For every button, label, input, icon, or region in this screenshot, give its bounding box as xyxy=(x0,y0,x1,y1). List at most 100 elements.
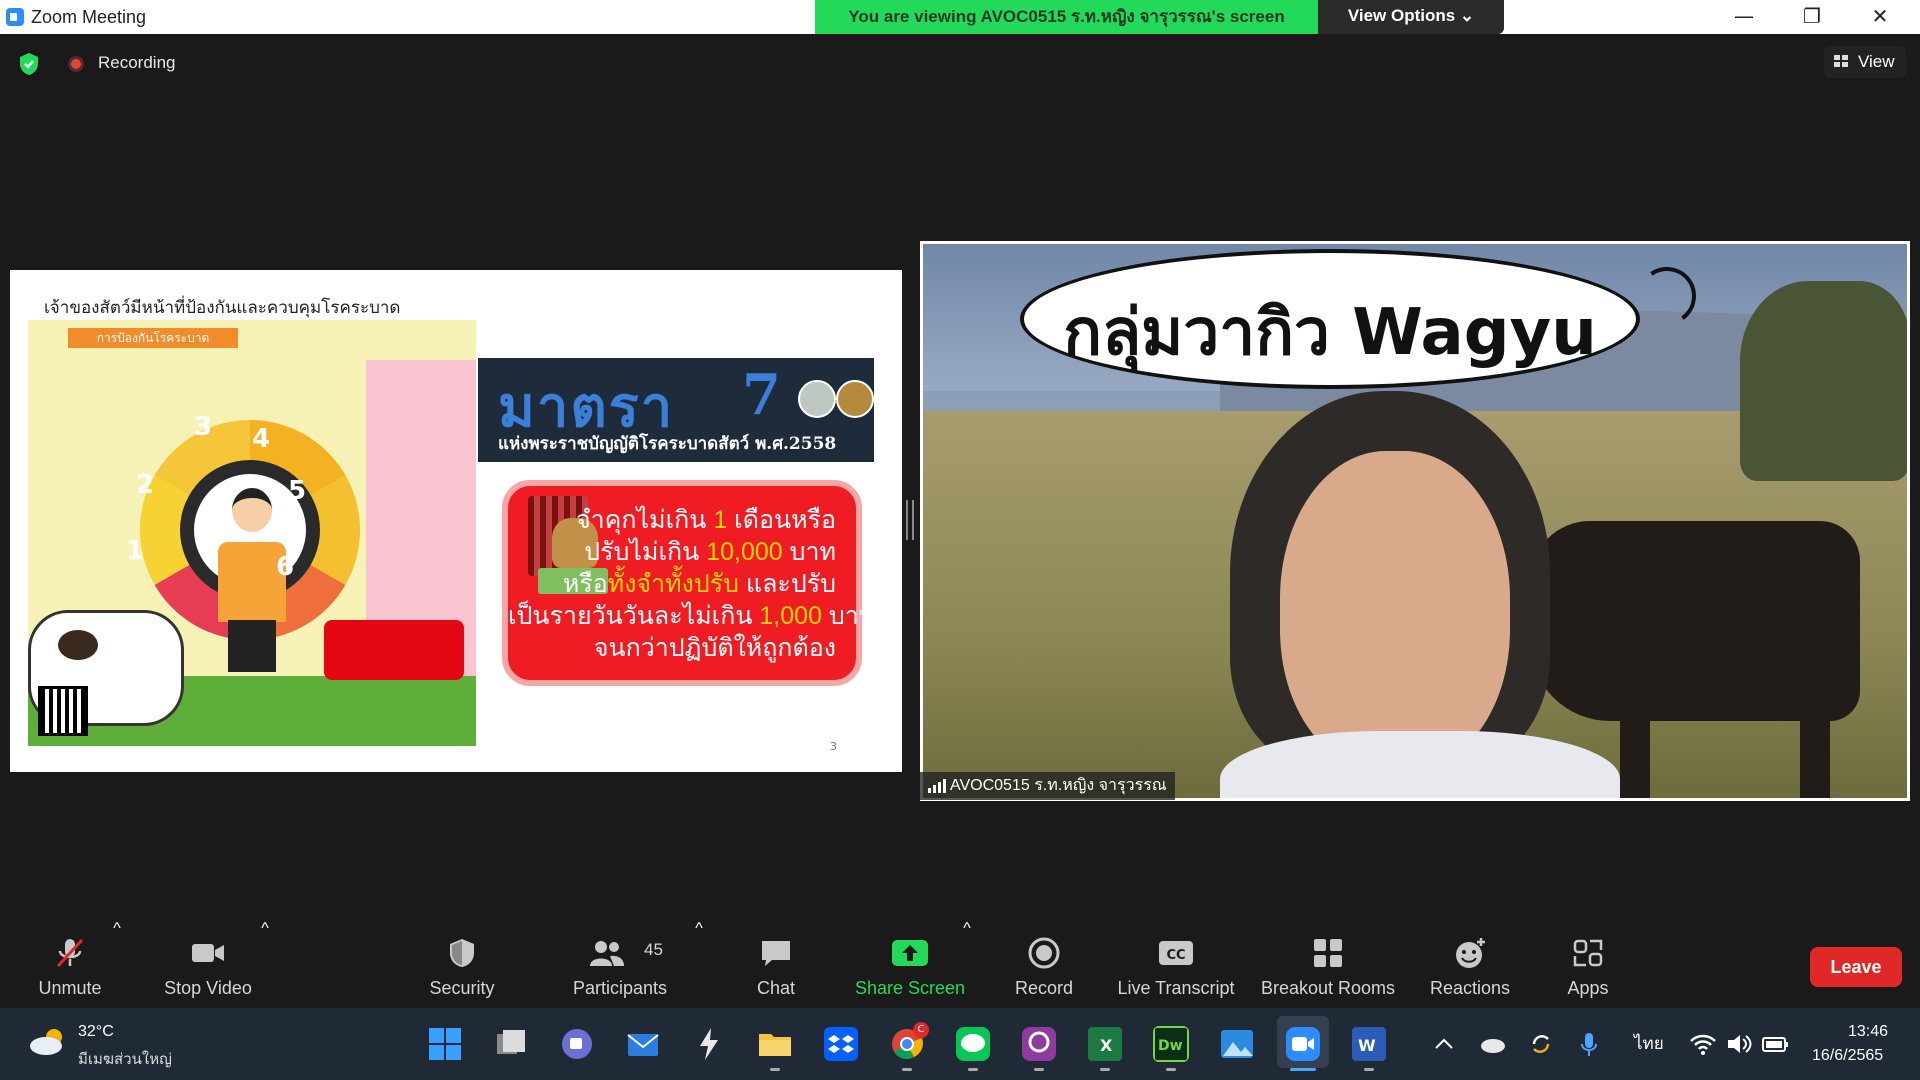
task-view-icon[interactable] xyxy=(493,1026,529,1062)
reactions-smiley-icon xyxy=(1456,938,1485,968)
garuda-seal-icon xyxy=(836,380,874,418)
segment-number-1: 1 xyxy=(126,536,145,566)
viewing-screen-banner: You are viewing AVOC0515 ร.ท.หญิง จารุวร… xyxy=(815,0,1318,34)
grid-view-icon xyxy=(1834,55,1848,67)
penalty-text: จนกว่าปฏิบัติให้ถูกต้อง xyxy=(593,634,836,662)
running-indicator xyxy=(1100,1068,1110,1071)
breakout-rooms-icon xyxy=(1314,939,1342,967)
minimize-button[interactable]: — xyxy=(1710,0,1778,34)
video-camera-icon xyxy=(192,944,224,962)
svg-text:X: X xyxy=(1100,1036,1113,1055)
record-label: Record xyxy=(1014,978,1074,998)
volume-icon[interactable] xyxy=(1724,1026,1754,1062)
zoom-app-icon xyxy=(6,8,24,26)
qr-code xyxy=(38,686,88,736)
clock-time[interactable]: 13:46 xyxy=(1848,1023,1888,1041)
running-indicator xyxy=(968,1068,978,1071)
photos-icon[interactable] xyxy=(1219,1026,1255,1062)
participant-video[interactable]: กลุ่มวากิว Wagyu xyxy=(920,241,1910,801)
zoom-taskbar-icon[interactable] xyxy=(1285,1026,1321,1062)
wagyu-cow-leg xyxy=(1800,691,1830,801)
mail-icon[interactable] xyxy=(625,1026,661,1062)
penalty-box: จำคุกไม่เกิน 1 เดือนหรือ ปรับไม่เกิน 10,… xyxy=(502,480,875,686)
owner-illustration-head xyxy=(232,488,272,532)
unmute-button[interactable]: Unmute xyxy=(20,920,120,1008)
close-button[interactable]: ✕ xyxy=(1846,0,1914,34)
line-app-icon[interactable] xyxy=(955,1026,991,1062)
sync-icon[interactable] xyxy=(1526,1026,1556,1062)
recording-indicator-icon xyxy=(68,56,84,72)
maximize-button[interactable]: ❐ xyxy=(1778,0,1846,34)
excel-icon[interactable]: X xyxy=(1087,1026,1123,1062)
chat-button[interactable]: Chat xyxy=(736,920,816,1008)
encryption-shield-icon[interactable] xyxy=(18,52,40,76)
chat-label: Chat xyxy=(756,978,796,998)
participant-name-tag: AVOC0515 ร.ท.หญิง จารุวรรณ xyxy=(920,772,1175,800)
leave-button[interactable]: Leave xyxy=(1810,947,1902,987)
file-explorer-icon[interactable] xyxy=(757,1026,793,1062)
slide-heading: เจ้าของสัตว์มีหน้าที่ป้องกันและควบคุมโรค… xyxy=(44,298,401,317)
apps-button[interactable]: Apps xyxy=(1548,920,1628,1008)
svg-text:Dw: Dw xyxy=(1158,1038,1183,1054)
audio-options-caret[interactable]: ^ xyxy=(110,920,124,1008)
segment-number-3: 3 xyxy=(194,412,213,442)
live-transcript-button[interactable]: CC Live Transcript xyxy=(1112,920,1240,1008)
lightning-app-icon[interactable] xyxy=(691,1026,727,1062)
microphone-tray-icon[interactable] xyxy=(1574,1026,1604,1062)
clock-date[interactable]: 16/6/2565 xyxy=(1812,1047,1883,1065)
pdf-editor-icon[interactable] xyxy=(1021,1026,1057,1062)
dreamweaver-icon[interactable]: Dw xyxy=(1153,1026,1189,1062)
running-indicator xyxy=(902,1068,912,1071)
weather-cloud-icon[interactable] xyxy=(28,1027,68,1057)
speech-cloud: กลุ่มวากิว Wagyu xyxy=(1020,249,1640,389)
segment-number-4: 4 xyxy=(252,424,271,454)
onedrive-cloud-icon[interactable] xyxy=(1478,1026,1508,1062)
weather-description[interactable]: มีเมฆส่วนใหญ่ xyxy=(78,1047,172,1071)
segment-number-5: 5 xyxy=(288,476,307,506)
split-resize-handle[interactable] xyxy=(906,500,914,540)
teams-chat-icon[interactable] xyxy=(559,1026,595,1062)
signal-strength-icon xyxy=(928,779,946,793)
owner-illustration-legs xyxy=(228,620,276,672)
battery-icon[interactable] xyxy=(1760,1026,1790,1062)
view-layout-button[interactable]: View xyxy=(1824,46,1906,78)
reactions-button[interactable]: Reactions xyxy=(1420,920,1520,1008)
breakout-rooms-button[interactable]: Breakout Rooms xyxy=(1258,920,1398,1008)
participants-button[interactable]: 45 Participants xyxy=(560,920,680,1008)
penalty-text: บาท xyxy=(821,602,876,630)
penalty-highlight: 1,000 xyxy=(759,602,822,630)
video-options-caret[interactable]: ^ xyxy=(258,920,272,1008)
view-label: View xyxy=(1858,52,1895,71)
infographic: การป้องกันโรคระบาด 1 2 3 4 5 6 xyxy=(28,320,476,746)
windows-start-icon[interactable] xyxy=(427,1026,463,1062)
wifi-icon[interactable] xyxy=(1688,1026,1718,1062)
shared-screen-slide[interactable]: เจ้าของสัตว์มีหน้าที่ป้องกันและควบคุมโรค… xyxy=(10,270,902,772)
meeting-toolbar: Unmute ^ Stop Video ^ Security 45 Partic… xyxy=(0,920,1920,1008)
record-button[interactable]: Record xyxy=(1000,920,1088,1008)
participants-options-caret[interactable]: ^ xyxy=(692,920,706,1008)
chevron-up-icon[interactable] xyxy=(1430,1026,1458,1062)
word-icon[interactable]: W xyxy=(1351,1026,1387,1062)
participants-label: Participants xyxy=(572,978,668,998)
stop-video-button[interactable]: Stop Video xyxy=(150,920,266,1008)
penalty-text: และปรับ xyxy=(739,570,836,598)
running-indicator xyxy=(1364,1068,1374,1071)
input-language[interactable]: ไทย xyxy=(1634,1030,1664,1057)
share-screen-button[interactable]: Share Screen xyxy=(850,920,970,1008)
share-screen-icon xyxy=(892,940,928,966)
dropbox-icon[interactable] xyxy=(823,1026,859,1062)
view-options-button[interactable]: View Options ⌄ xyxy=(1318,0,1504,34)
share-options-caret[interactable]: ^ xyxy=(960,920,974,1008)
svg-text:W: W xyxy=(1358,1036,1376,1055)
dld-seal-icon xyxy=(798,380,836,418)
weather-temperature[interactable]: 32°C xyxy=(78,1023,114,1041)
security-label: Security xyxy=(429,978,495,998)
slide-page-number: 3 xyxy=(830,740,837,753)
security-button[interactable]: Security xyxy=(412,920,512,1008)
unmute-label: Unmute xyxy=(38,978,102,998)
participants-icon xyxy=(589,941,624,966)
running-indicator xyxy=(1034,1068,1044,1071)
apps-label: Apps xyxy=(1567,978,1609,998)
window-title: Zoom Meeting xyxy=(31,7,147,27)
penalty-highlight: ทั้งจำทั้งปรับ xyxy=(607,570,740,598)
